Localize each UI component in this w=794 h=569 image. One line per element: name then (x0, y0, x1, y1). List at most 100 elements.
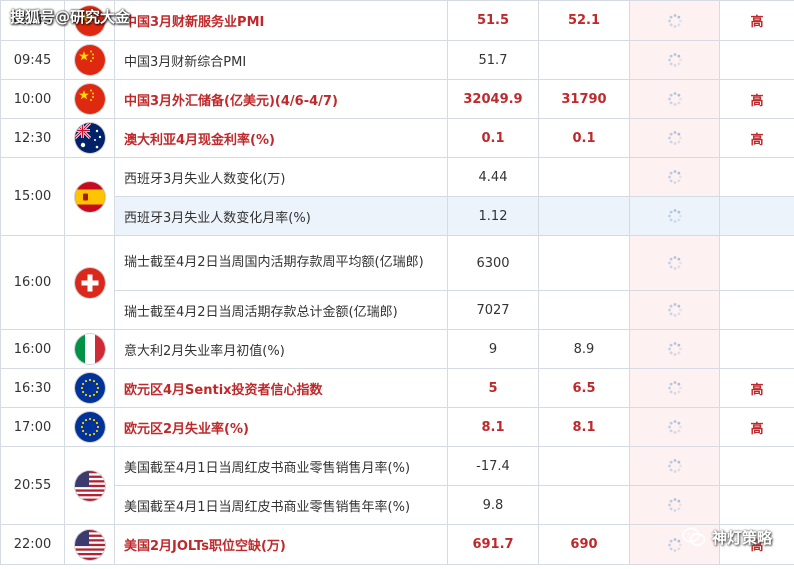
loading-spinner-icon (667, 255, 683, 271)
previous-value: 8.1 (447, 407, 539, 447)
event-name[interactable]: 中国3月财新综合PMI (114, 40, 448, 80)
economic-calendar-table: 09:45 中国3月财新服务业PMI 51.5 52.1 高 09:45 中国3… (0, 0, 794, 565)
loading-spinner-icon (667, 302, 683, 318)
table-row[interactable]: 16:00 意大利2月失业率月初值(%) 9 8.9 (0, 329, 794, 369)
previous-value: 0.1 (447, 118, 539, 158)
forecast-value: 6.5 (538, 368, 630, 408)
loading-spinner-icon (667, 208, 683, 224)
italy-flag-icon (74, 334, 105, 364)
event-time: 16:00 (0, 235, 65, 330)
forecast-value (538, 485, 630, 525)
previous-value: 32049.9 (447, 79, 539, 119)
loading-spinner-icon (667, 419, 683, 435)
importance-label: 高 (719, 368, 794, 408)
australia-flag-icon (74, 123, 105, 153)
importance-label: 高 (719, 79, 794, 119)
previous-value: 6300 (447, 235, 539, 291)
forecast-value (538, 157, 630, 197)
importance-label: 高 (719, 0, 794, 41)
event-name[interactable]: 美国2月JOLTs职位空缺(万) (114, 524, 448, 565)
importance-label (719, 235, 794, 291)
event-name[interactable]: 美国截至4月1日当周红皮书商业零售销售月率(%) (114, 446, 448, 486)
forecast-value: 8.1 (538, 407, 630, 447)
event-time: 10:00 (0, 79, 65, 119)
table-row[interactable]: 20:55 美国截至4月1日当周红皮书商业零售销售月率(%) -17.4 (0, 446, 794, 525)
table-row[interactable]: 瑞士截至4月2日当周活期存款总计金额(亿瑞郎) 7027 (1, 290, 794, 330)
usa-flag-icon (74, 470, 105, 501)
event-name[interactable]: 意大利2月失业率月初值(%) (114, 329, 448, 369)
usa-flag-icon (74, 529, 105, 560)
table-row[interactable]: 16:30 欧元区4月Sentix投资者信心指数 5 6.5 高 (0, 368, 794, 408)
previous-value: 51.7 (447, 40, 539, 80)
importance-label (719, 446, 794, 486)
previous-value: 51.5 (447, 0, 539, 41)
importance-label (719, 157, 794, 197)
loading-spinner-icon (667, 341, 683, 357)
table-row[interactable]: 美国截至4月1日当周红皮书商业零售销售年率(%) 9.8 (1, 485, 794, 525)
previous-value: 5 (447, 368, 539, 408)
importance-label (719, 290, 794, 330)
china-flag-icon (74, 5, 105, 36)
loading-spinner-icon (667, 537, 683, 553)
event-time: 09:45 (0, 0, 65, 41)
eu-flag-icon (74, 412, 105, 442)
forecast-value (538, 290, 630, 330)
importance-label: 高 (719, 118, 794, 158)
event-name[interactable]: 西班牙3月失业人数变化月率(%) (114, 196, 448, 236)
table-row[interactable]: 10:00 中国3月外汇储备(亿美元)(4/6-4/7) 32049.9 317… (0, 79, 794, 119)
forecast-value: 8.9 (538, 329, 630, 369)
event-name[interactable]: 瑞士截至4月2日当周活期存款总计金额(亿瑞郎) (114, 290, 448, 330)
spain-flag-icon (74, 181, 105, 212)
event-time: 09:45 (0, 40, 65, 80)
event-name[interactable]: 欧元区4月Sentix投资者信心指数 (114, 368, 448, 408)
table-row[interactable]: 17:00 欧元区2月失业率(%) 8.1 8.1 高 (0, 407, 794, 447)
importance-label (719, 329, 794, 369)
table-row[interactable]: 西班牙3月失业人数变化月率(%) 1.12 (1, 196, 794, 236)
table-row[interactable]: 15:00 西班牙3月失业人数变化(万) 4.44 (0, 157, 794, 236)
previous-value: 7027 (447, 290, 539, 330)
event-name[interactable]: 中国3月财新服务业PMI (114, 0, 448, 41)
event-name[interactable]: 西班牙3月失业人数变化(万) (114, 157, 448, 197)
event-time: 16:30 (0, 368, 65, 408)
previous-value: 1.12 (447, 196, 539, 236)
event-time: 12:30 (0, 118, 65, 158)
loading-spinner-icon (667, 130, 683, 146)
importance-label (719, 196, 794, 236)
forecast-value: 31790 (538, 79, 630, 119)
table-row[interactable]: 09:45 中国3月财新综合PMI 51.7 (0, 40, 794, 80)
loading-spinner-icon (667, 91, 683, 107)
previous-value: 691.7 (447, 524, 539, 565)
event-name[interactable]: 欧元区2月失业率(%) (114, 407, 448, 447)
forecast-value: 52.1 (538, 0, 630, 41)
loading-spinner-icon (667, 497, 683, 513)
table-row[interactable]: 22:00 美国2月JOLTs职位空缺(万) 691.7 690 高 (0, 524, 794, 565)
loading-spinner-icon (667, 13, 683, 29)
table-row[interactable]: 09:45 中国3月财新服务业PMI 51.5 52.1 高 (0, 0, 794, 41)
loading-spinner-icon (667, 169, 683, 185)
event-time: 20:55 (0, 446, 65, 525)
event-name[interactable]: 澳大利亚4月现金利率(%) (114, 118, 448, 158)
table-row[interactable]: 12:30 澳大利亚4月现金利率(%) 0.1 0.1 高 (0, 118, 794, 158)
forecast-value (538, 446, 630, 486)
forecast-value (538, 235, 630, 291)
loading-spinner-icon (667, 52, 683, 68)
event-name[interactable]: 美国截至4月1日当周红皮书商业零售销售年率(%) (114, 485, 448, 525)
event-time: 17:00 (0, 407, 65, 447)
forecast-value: 690 (538, 524, 630, 565)
table-row[interactable]: 16:00 瑞士截至4月2日当周国内活期存款周平均额(亿瑞郎) 6300 (0, 235, 794, 330)
eu-flag-icon (74, 373, 105, 403)
event-name[interactable]: 中国3月外汇储备(亿美元)(4/6-4/7) (114, 79, 448, 119)
event-name[interactable]: 瑞士截至4月2日当周国内活期存款周平均额(亿瑞郎) (114, 235, 448, 291)
loading-spinner-icon (667, 458, 683, 474)
previous-value: 4.44 (447, 157, 539, 197)
importance-label (719, 40, 794, 80)
forecast-value (538, 196, 630, 236)
loading-spinner-icon (667, 380, 683, 396)
event-time: 16:00 (0, 329, 65, 369)
event-time: 22:00 (0, 524, 65, 565)
forecast-value (538, 40, 630, 80)
previous-value: -17.4 (447, 446, 539, 486)
importance-label: 高 (719, 407, 794, 447)
importance-label: 高 (719, 524, 794, 565)
previous-value: 9 (447, 329, 539, 369)
